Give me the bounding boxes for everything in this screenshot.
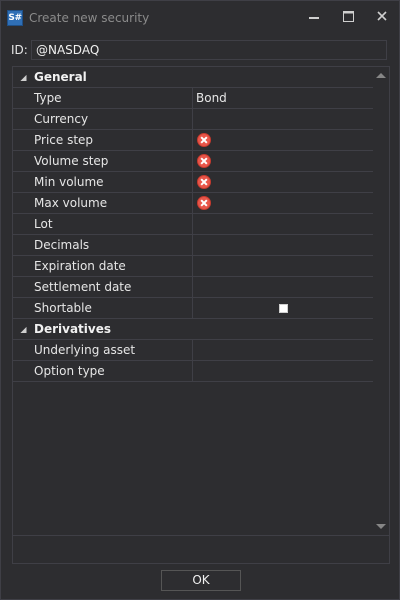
property-row-underlying-asset[interactable]: Underlying asset bbox=[13, 340, 373, 361]
property-value[interactable] bbox=[193, 298, 373, 318]
property-row-max-volume[interactable]: Max volume bbox=[13, 193, 373, 214]
app-logo-icon: S# bbox=[7, 9, 23, 26]
title-bar: S# Create new security bbox=[1, 1, 399, 34]
property-value[interactable] bbox=[193, 214, 373, 234]
property-row-min-volume[interactable]: Min volume bbox=[13, 172, 373, 193]
property-row-expiration-date[interactable]: Expiration date bbox=[13, 256, 373, 277]
id-input[interactable]: @NASDAQ bbox=[31, 40, 387, 60]
property-name: Expiration date bbox=[34, 256, 193, 276]
property-name: Max volume bbox=[34, 193, 193, 213]
description-panel bbox=[12, 536, 390, 564]
minimize-button[interactable] bbox=[297, 1, 331, 31]
error-icon bbox=[197, 196, 211, 210]
property-value[interactable] bbox=[193, 340, 373, 360]
property-value[interactable] bbox=[193, 151, 373, 171]
property-grid: ◢ General Type Bond Currency Price step … bbox=[12, 66, 390, 536]
property-value[interactable] bbox=[193, 256, 373, 276]
error-icon bbox=[197, 175, 211, 189]
property-row-settlement-date[interactable]: Settlement date bbox=[13, 277, 373, 298]
property-row-currency[interactable]: Currency bbox=[13, 109, 373, 130]
property-row-shortable[interactable]: Shortable bbox=[13, 298, 373, 319]
property-name: Underlying asset bbox=[34, 340, 193, 360]
vertical-scrollbar[interactable] bbox=[373, 67, 389, 535]
error-icon bbox=[197, 133, 211, 147]
shortable-checkbox[interactable] bbox=[279, 303, 288, 313]
category-label: General bbox=[34, 70, 87, 84]
scroll-down-arrow-icon[interactable] bbox=[376, 524, 386, 529]
property-row-lot[interactable]: Lot bbox=[13, 214, 373, 235]
property-row-decimals[interactable]: Decimals bbox=[13, 235, 373, 256]
property-value[interactable] bbox=[193, 235, 373, 255]
maximize-icon bbox=[342, 10, 354, 22]
category-label: Derivatives bbox=[34, 322, 112, 336]
property-value[interactable] bbox=[193, 361, 373, 381]
property-name: Min volume bbox=[34, 172, 193, 192]
property-row-price-step[interactable]: Price step bbox=[13, 130, 373, 151]
minimize-icon bbox=[309, 17, 319, 19]
maximize-button[interactable] bbox=[331, 1, 365, 31]
id-label: ID: bbox=[11, 43, 28, 57]
property-value[interactable] bbox=[193, 172, 373, 192]
collapse-triangle-icon[interactable]: ◢ bbox=[13, 325, 34, 334]
property-row-type[interactable]: Type Bond bbox=[13, 88, 373, 109]
property-value[interactable] bbox=[193, 193, 373, 213]
ok-button[interactable]: OK bbox=[161, 570, 241, 591]
error-icon bbox=[197, 154, 211, 168]
category-derivatives[interactable]: ◢ Derivatives bbox=[13, 319, 373, 340]
scroll-up-arrow-icon[interactable] bbox=[376, 73, 386, 78]
create-security-dialog: S# Create new security ID: @NASDAQ ◢ Gen… bbox=[0, 0, 400, 600]
close-button[interactable] bbox=[365, 1, 399, 31]
property-value[interactable]: Bond bbox=[193, 88, 373, 108]
property-name: Type bbox=[34, 88, 193, 108]
collapse-triangle-icon[interactable]: ◢ bbox=[13, 73, 34, 82]
property-name: Price step bbox=[34, 130, 193, 150]
property-name: Volume step bbox=[34, 151, 193, 171]
property-row-option-type[interactable]: Option type bbox=[13, 361, 373, 382]
property-name: Settlement date bbox=[34, 277, 193, 297]
close-icon bbox=[377, 11, 387, 21]
property-name: Shortable bbox=[34, 298, 193, 318]
window-controls bbox=[297, 1, 399, 31]
property-value[interactable] bbox=[193, 277, 373, 297]
property-name: Lot bbox=[34, 214, 193, 234]
property-name: Option type bbox=[34, 361, 193, 381]
category-general[interactable]: ◢ General bbox=[13, 67, 373, 88]
property-value[interactable] bbox=[193, 109, 373, 129]
property-name: Decimals bbox=[34, 235, 193, 255]
property-name: Currency bbox=[34, 109, 193, 129]
property-row-volume-step[interactable]: Volume step bbox=[13, 151, 373, 172]
window-title: Create new security bbox=[29, 10, 150, 25]
property-value[interactable] bbox=[193, 130, 373, 150]
